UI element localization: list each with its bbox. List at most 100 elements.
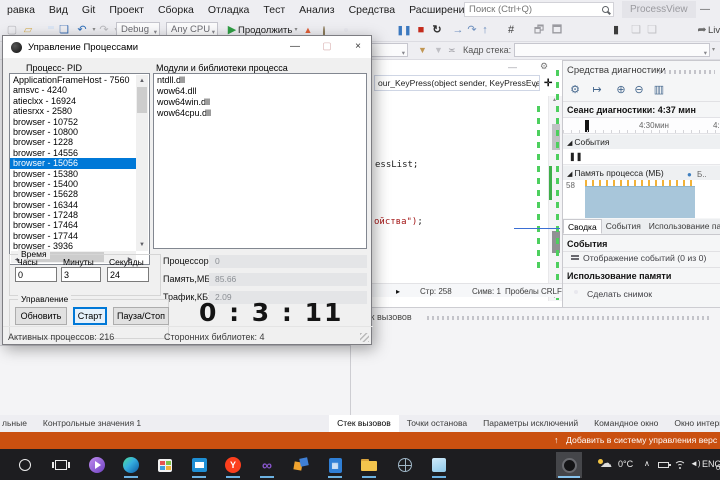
temperature-label[interactable]: 0°C xyxy=(618,459,633,469)
code-line-2[interactable]: ойства"); xyxy=(374,217,423,227)
resize-grip[interactable] xyxy=(360,333,369,342)
source-control-message[interactable]: Добавить в систему управления верс xyxy=(566,435,717,445)
panel-grip[interactable] xyxy=(427,316,711,320)
restart-icon[interactable]: ↻ xyxy=(429,23,445,38)
3d-viewer-icon[interactable] xyxy=(426,452,452,478)
prev-bookmark-icon[interactable]: ❏ xyxy=(628,23,644,38)
hours-field[interactable] xyxy=(15,267,57,282)
list-item[interactable]: browser - 15628 xyxy=(10,189,136,199)
list-item[interactable]: browser - 17464 xyxy=(10,220,136,230)
dialog-close-icon[interactable]: × xyxy=(344,36,372,57)
list-item[interactable]: browser - 1228 xyxy=(10,137,136,147)
zoom-out-icon[interactable]: ⊖ xyxy=(631,83,647,96)
live-share-label[interactable]: Liv xyxy=(708,25,720,36)
menu-item-git[interactable]: Git xyxy=(75,0,102,20)
list-item[interactable]: browser - 14556 xyxy=(10,148,136,158)
window-layout-icon[interactable]: 🗗 xyxy=(531,23,547,38)
processview-app-icon[interactable] xyxy=(556,452,582,478)
file-explorer-icon[interactable] xyxy=(356,452,382,478)
wifi-icon[interactable] xyxy=(674,461,686,470)
timeline-ruler[interactable]: 4:30мин 4: xyxy=(563,117,720,134)
tab-locals[interactable]: льные xyxy=(0,415,35,432)
list-item[interactable]: ApplicationFrameHost - 7560 xyxy=(10,75,136,85)
list-item[interactable]: atiesrxx - 2580 xyxy=(10,106,136,116)
editor-settings-icon[interactable]: ⚙ xyxy=(540,61,548,72)
tab-command-window[interactable]: Командное окно xyxy=(586,415,666,432)
tab-summary[interactable]: Сводка xyxy=(563,219,602,234)
tab-events[interactable]: События xyxy=(602,219,645,234)
refresh-button[interactable]: Обновить xyxy=(15,307,67,325)
menu-item-tools[interactable]: Средства xyxy=(342,0,403,20)
dialog-maximize-icon[interactable]: ▢ xyxy=(313,36,341,57)
battery-icon[interactable] xyxy=(658,462,671,468)
microsoft-store-icon[interactable] xyxy=(152,452,178,478)
tab-call-stack[interactable]: Стек вызовов xyxy=(329,415,399,432)
clock[interactable]: 07/ xyxy=(716,463,720,472)
scrollbar-thumb[interactable] xyxy=(137,87,147,113)
column-indicator[interactable]: Симв: 1 xyxy=(472,287,501,296)
memory-section-header[interactable]: ◢ Память процесса (МБ) ● Б.. xyxy=(563,166,720,180)
globe-app-icon[interactable] xyxy=(392,452,418,478)
scroll-down-icon[interactable]: ▼ xyxy=(136,239,148,251)
bookmark-icon[interactable]: ▮ xyxy=(608,23,624,38)
line-indicator[interactable]: Стр: 258 xyxy=(420,287,452,296)
tab-breakpoints[interactable]: Точки останова xyxy=(399,415,475,432)
step-out-icon[interactable]: ↑ xyxy=(477,23,493,38)
chart-icon[interactable]: ▥ xyxy=(651,83,667,96)
pause-stop-button[interactable]: Пауза/Стоп xyxy=(113,307,169,325)
modules-list[interactable]: ntdll.dll wow64.dll wow64win.dll wow64cp… xyxy=(153,73,367,249)
spaces-indicator[interactable]: Пробелы xyxy=(505,287,539,296)
cortana-icon[interactable] xyxy=(12,452,38,478)
zoom-in-icon[interactable]: ⊕ xyxy=(613,83,629,96)
next-bookmark-icon[interactable]: ❏ xyxy=(644,23,660,38)
list-item[interactable]: wow64cpu.dll xyxy=(154,108,366,119)
window-preview-icon[interactable]: 🗖 xyxy=(549,23,565,38)
stop-icon[interactable]: ■ xyxy=(413,23,429,38)
vertical-scrollbar[interactable]: ▲ ▼ xyxy=(136,75,148,251)
hot-path-icon[interactable]: # xyxy=(503,23,519,38)
visual-studio-icon[interactable]: ∞ xyxy=(254,452,280,478)
tab-interactive-window[interactable]: Окно интерпретаци xyxy=(666,415,720,432)
weather-cloud-icon[interactable]: ☁ xyxy=(600,456,612,470)
minutes-field[interactable] xyxy=(61,267,101,282)
list-item[interactable]: browser - 15400 xyxy=(10,179,136,189)
tab-exception-settings[interactable]: Параметры исключений xyxy=(475,415,586,432)
list-item[interactable]: browser - 10752 xyxy=(10,117,136,127)
calculator-icon[interactable]: ▦ xyxy=(322,452,348,478)
gear-icon[interactable]: ⚙ xyxy=(567,83,583,96)
code-editor[interactable]: — ⚙ our_KeyPress(object sender, KeyPress… xyxy=(372,60,562,307)
memory-chart[interactable]: 58 xyxy=(563,180,720,218)
list-item[interactable]: browser - 17248 xyxy=(10,210,136,220)
code-line-1[interactable]: essList; xyxy=(375,160,418,170)
yandex-browser-icon[interactable]: Y xyxy=(220,452,246,478)
window-minimize-icon[interactable]: — xyxy=(700,4,710,15)
scroll-up-icon[interactable]: ▲ xyxy=(136,75,148,87)
list-item[interactable]: browser - 16344 xyxy=(10,200,136,210)
list-item[interactable]: browser - 17744 xyxy=(10,231,136,241)
tray-expand-icon[interactable]: ∧ xyxy=(644,459,650,468)
split-editor-icon[interactable]: ✛ xyxy=(544,78,552,89)
task-view-icon[interactable] xyxy=(48,452,74,478)
pause-icon[interactable]: ❚❚ xyxy=(396,23,412,38)
edge-browser-icon[interactable] xyxy=(118,452,144,478)
menu-item-debug[interactable]: Отладка xyxy=(201,0,257,20)
export-icon[interactable]: ↦ xyxy=(589,83,605,96)
quick-search[interactable]: Поиск (Ctrl+Q) xyxy=(464,2,614,17)
events-track[interactable]: ❚❚ xyxy=(563,149,720,165)
menu-item-view[interactable]: Вид xyxy=(42,0,75,20)
menu-item-edit[interactable]: равка xyxy=(0,0,42,20)
dialog-minimize-icon[interactable]: — xyxy=(281,36,309,57)
show-events-link[interactable]: Отображение событий (0 из 0) xyxy=(583,253,706,263)
list-item[interactable]: wow64win.dll xyxy=(154,97,366,108)
filter-icon[interactable]: ▼ xyxy=(418,45,427,55)
list-item[interactable]: browser - 15380 xyxy=(10,169,136,179)
member-dropdown[interactable]: our_KeyPress(object sender, KeyPressEven… xyxy=(374,75,540,91)
menu-item-build[interactable]: Сборка xyxy=(151,0,201,20)
tab-watch-1[interactable]: Контрольные значения 1 xyxy=(35,415,149,432)
stack-frame-combo[interactable]: ▾ xyxy=(514,43,710,57)
menu-item-analyze[interactable]: Анализ xyxy=(292,0,341,20)
list-item[interactable]: browser - 10800 xyxy=(10,127,136,137)
profile-label[interactable]: ProcessView xyxy=(622,1,696,18)
editor-minimize-icon[interactable]: — xyxy=(508,62,517,72)
menu-item-test[interactable]: Тест xyxy=(256,0,292,20)
